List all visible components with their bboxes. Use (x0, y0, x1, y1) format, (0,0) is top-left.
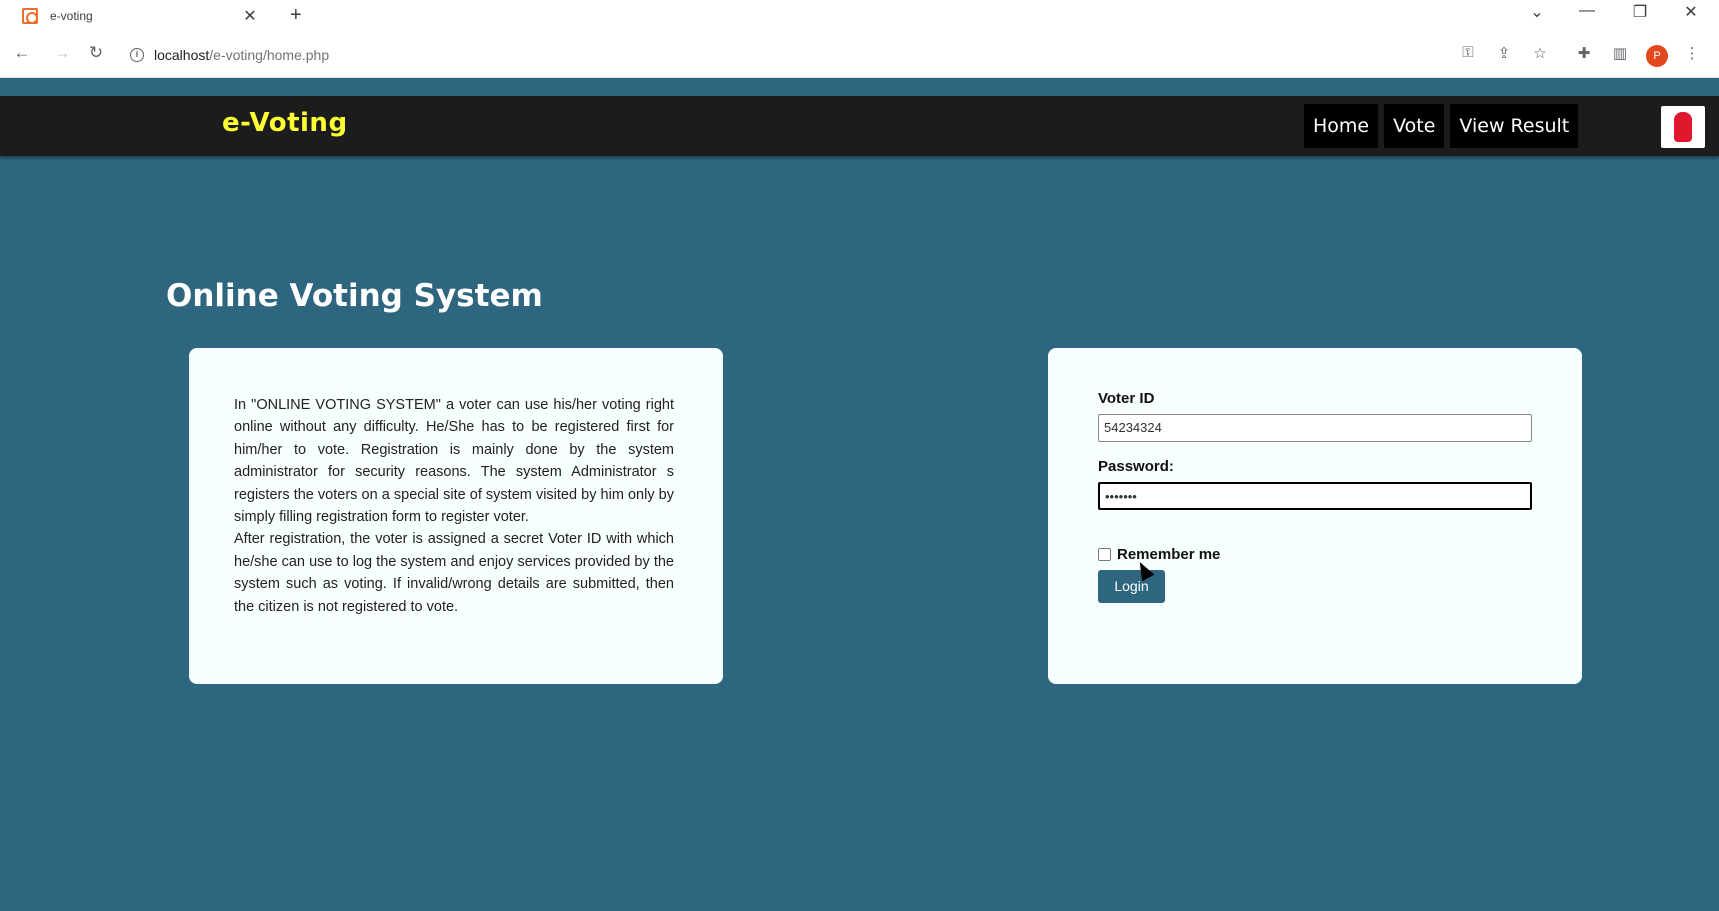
password-label: Password: (1098, 458, 1174, 475)
site-brand[interactable]: e-Voting (222, 108, 348, 138)
top-strip (0, 78, 1719, 96)
page-body: e-Voting Home Vote View Result Online Vo… (0, 78, 1719, 911)
login-card: Voter ID 54234324 Password: ••••••• Reme… (1048, 348, 1582, 684)
profile-avatar[interactable]: P (1646, 45, 1668, 67)
nav-menu: Home Vote View Result (1304, 104, 1584, 148)
info-card: In "ONLINE VOTING SYSTEM" a voter can us… (189, 348, 723, 684)
page-title: Online Voting System (166, 278, 543, 314)
voter-id-input[interactable]: 54234324 (1098, 414, 1532, 442)
new-tab-button[interactable]: + (290, 4, 302, 27)
login-button[interactable]: Login (1098, 570, 1165, 603)
back-button[interactable]: ← (10, 43, 34, 63)
voter-id-label: Voter ID (1098, 390, 1155, 407)
nav-home-link[interactable]: Home (1304, 104, 1379, 148)
remember-me-label[interactable]: Remember me (1117, 546, 1220, 563)
side-panel-icon[interactable]: ▥ (1609, 44, 1631, 62)
tab-close-icon[interactable]: ✕ (240, 6, 260, 26)
xampp-favicon-icon (22, 8, 38, 24)
share-icon[interactable]: ⇪ (1493, 44, 1515, 62)
browser-tab[interactable]: e-voting ✕ (8, 0, 278, 32)
site-info-icon[interactable]: i (130, 48, 144, 62)
description-paragraph-1: In "ONLINE VOTING SYSTEM" a voter can us… (234, 397, 674, 526)
remember-me-checkbox[interactable] (1098, 548, 1111, 561)
url-field[interactable]: i localhost/e-voting/home.php (130, 41, 329, 69)
extensions-icon[interactable]: ✚ (1573, 44, 1595, 62)
url-text: localhost/e-voting/home.php (154, 47, 330, 63)
password-input[interactable]: ••••••• (1098, 482, 1532, 510)
tab-title: e-voting (50, 9, 93, 23)
close-window-button[interactable]: ✕ (1676, 2, 1706, 22)
description-text: In "ONLINE VOTING SYSTEM" a voter can us… (234, 394, 674, 618)
remember-me: Remember me (1098, 546, 1220, 563)
nav-vote-link[interactable]: Vote (1384, 104, 1445, 148)
hand-icon (1674, 112, 1692, 142)
site-navbar: e-Voting Home Vote View Result (0, 96, 1719, 156)
nav-view-result-link[interactable]: View Result (1450, 104, 1579, 148)
voting-logo-icon (1661, 106, 1705, 148)
tab-search-chevron-icon[interactable]: ⌄ (1522, 2, 1552, 22)
minimize-button[interactable]: — (1572, 2, 1602, 20)
bookmark-star-icon[interactable]: ☆ (1529, 44, 1551, 62)
browser-address-bar: ← → ↻ i localhost/e-voting/home.php ⚿ ⇪ … (0, 32, 1719, 78)
restore-button[interactable]: ❐ (1625, 2, 1655, 22)
reload-button[interactable]: ↻ (84, 43, 108, 63)
browser-tab-strip: e-voting ✕ + ⌄ — ❐ ✕ (0, 0, 1719, 32)
forward-button[interactable]: → (50, 43, 74, 63)
browser-menu-icon[interactable]: ⋮ (1681, 44, 1703, 62)
description-paragraph-2: After registration, the voter is assigne… (234, 531, 674, 615)
password-key-icon[interactable]: ⚿ (1457, 44, 1479, 61)
